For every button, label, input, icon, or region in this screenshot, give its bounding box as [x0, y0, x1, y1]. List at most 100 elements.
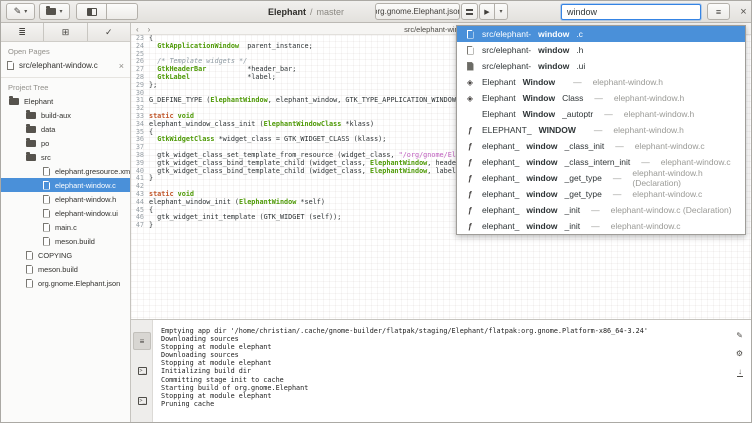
file-icon: [465, 62, 475, 71]
code-token: void: [178, 190, 194, 198]
class-icon: ◈: [465, 78, 475, 87]
function-icon: ƒ: [465, 142, 475, 151]
tree-item[interactable]: build-aux: [1, 108, 130, 122]
build-manifest-button[interactable]: org.gnome.Elephant.json: [375, 3, 460, 20]
tree-item[interactable]: elephant.gresource.xml: [1, 164, 130, 178]
result-detail: elephant-window.h (Declaration): [632, 168, 737, 188]
result-detail: elephant-window.c: [611, 221, 681, 231]
tree-item-label: org.gnome.Elephant.json: [38, 279, 120, 288]
result-text: _get_type: [565, 173, 602, 183]
search-result-item[interactable]: ƒelephant_window_init—elephant-window.c …: [457, 202, 745, 218]
project-name: Elephant: [268, 7, 306, 17]
search-result-item[interactable]: ƒelephant_window_get_type—elephant-windo…: [457, 186, 745, 202]
tree-item-label: build-aux: [41, 111, 71, 120]
toggle-bottom-panel-button[interactable]: [107, 3, 138, 20]
build-output-tab[interactable]: ≡: [133, 332, 151, 350]
file-icon: [465, 46, 475, 55]
build-preferences-button[interactable]: [461, 3, 478, 20]
build-output-line: Committing stage init to cache: [161, 376, 729, 384]
hamburger-menu-icon: ≡: [716, 7, 721, 17]
result-separator: —: [587, 205, 604, 215]
code-token: }: [149, 174, 153, 182]
file-icon: [43, 237, 50, 246]
code-token: ElephantWindow: [370, 167, 427, 175]
code-line-text: };: [149, 82, 157, 90]
terminal-tab[interactable]: >_: [133, 362, 151, 380]
result-text: elephant_: [482, 173, 519, 183]
run-button[interactable]: ▶: [479, 3, 495, 20]
build-output-log[interactable]: Emptying app dir '/home/christian/.cache…: [161, 327, 729, 408]
tree-item-label: elephant.gresource.xml: [55, 167, 130, 176]
search-result-item[interactable]: ◈ElephantWindow—elephant-window.h: [457, 74, 745, 90]
search-result-item[interactable]: ƒelephant_window_class_init—elephant-win…: [457, 138, 745, 154]
result-text: src/elephant-: [482, 61, 531, 71]
code-line-text: elephant_window_class_init (ElephantWind…: [149, 121, 374, 129]
search-result-item[interactable]: ElephantWindow_autoptr—elephant-window.h: [457, 106, 745, 122]
result-text: .h: [576, 45, 583, 55]
tree-item[interactable]: data: [1, 122, 130, 136]
clear-log-button[interactable]: ✎: [736, 332, 743, 340]
result-text: _init: [565, 221, 581, 231]
function-icon: ƒ: [465, 174, 475, 183]
panel-left-icon: [87, 8, 97, 16]
folder-icon: [26, 126, 36, 133]
code-token: ElephantWindow: [210, 96, 267, 104]
toggle-left-panel-button[interactable]: [76, 3, 107, 20]
search-result-item[interactable]: ƒelephant_window_get_type—elephant-windo…: [457, 170, 745, 186]
open-page-item[interactable]: src/elephant-window.c ×: [1, 58, 130, 73]
window-close-button[interactable]: ×: [734, 1, 752, 23]
run-options-button[interactable]: ▾: [495, 3, 508, 20]
result-detail: elephant-window.c: [661, 157, 731, 167]
search-result-item[interactable]: src/elephant-window.ui: [457, 58, 745, 74]
runtime-terminal-tab[interactable]: >_: [133, 392, 151, 410]
result-match: WINDOW: [539, 125, 576, 135]
tree-item[interactable]: meson.build: [1, 234, 130, 248]
build-log-icon: ≡: [140, 337, 145, 346]
search-result-item[interactable]: ◈ElephantWindowClass—elephant-window.h: [457, 90, 745, 106]
search-result-item[interactable]: src/elephant-window.c: [457, 26, 745, 42]
tree-item[interactable]: COPYING: [1, 248, 130, 262]
build-settings-button[interactable]: ⚙: [736, 350, 743, 358]
tree-item-label: src: [41, 153, 51, 162]
tree-view-button[interactable]: ⊞: [44, 23, 87, 41]
tree-item[interactable]: po: [1, 136, 130, 150]
result-match: window: [526, 189, 557, 199]
pages-view-button[interactable]: ≣: [1, 23, 44, 41]
tree-item[interactable]: Elephant: [1, 94, 130, 108]
result-separator: —: [609, 189, 626, 199]
code-token: [149, 42, 157, 50]
code-token: *header_bar;: [206, 65, 296, 73]
chevron-down-icon: ▾: [499, 8, 502, 15]
menu-button[interactable]: ≡: [707, 3, 730, 20]
search-result-item[interactable]: src/elephant-window.h: [457, 42, 745, 58]
search-result-item[interactable]: ƒelephant_window_init—elephant-window.c: [457, 218, 745, 234]
tree-item[interactable]: elephant-window.h: [1, 192, 130, 206]
result-text: .ui: [576, 61, 585, 71]
tree-item[interactable]: elephant-window.ui: [1, 206, 130, 220]
result-detail: elephant-window.h: [624, 109, 694, 119]
tree-item[interactable]: main.c: [1, 220, 130, 234]
tree-item[interactable]: org.gnome.Elephant.json: [1, 276, 130, 290]
todo-view-button[interactable]: ✓: [88, 23, 130, 41]
tree-item[interactable]: meson.build: [1, 262, 130, 276]
file-icon: [43, 223, 50, 232]
function-icon: ƒ: [468, 206, 472, 215]
result-text: src/elephant-: [482, 29, 531, 39]
code-token: };: [149, 81, 157, 89]
search-result-item[interactable]: ƒELEPHANT_WINDOW—elephant-window.h: [457, 122, 745, 138]
result-separator: —: [611, 141, 628, 151]
perspective-selector-button[interactable]: ✎ ▾: [6, 3, 35, 20]
folder-icon: [26, 112, 36, 119]
tree-item-label: data: [41, 125, 55, 134]
result-separator: —: [590, 93, 607, 103]
result-separator: —: [637, 157, 654, 167]
tree-item[interactable]: src: [1, 150, 130, 164]
save-log-button[interactable]: ↓: [737, 368, 743, 376]
class-icon: ◈: [465, 94, 475, 103]
search-input[interactable]: [561, 4, 701, 20]
close-page-icon[interactable]: ×: [119, 61, 124, 71]
chevron-down-icon: ▾: [24, 8, 27, 15]
open-document-button[interactable]: ▾: [39, 3, 70, 20]
tree-item[interactable]: elephant-window.c: [1, 178, 130, 192]
function-icon: ƒ: [465, 206, 475, 215]
